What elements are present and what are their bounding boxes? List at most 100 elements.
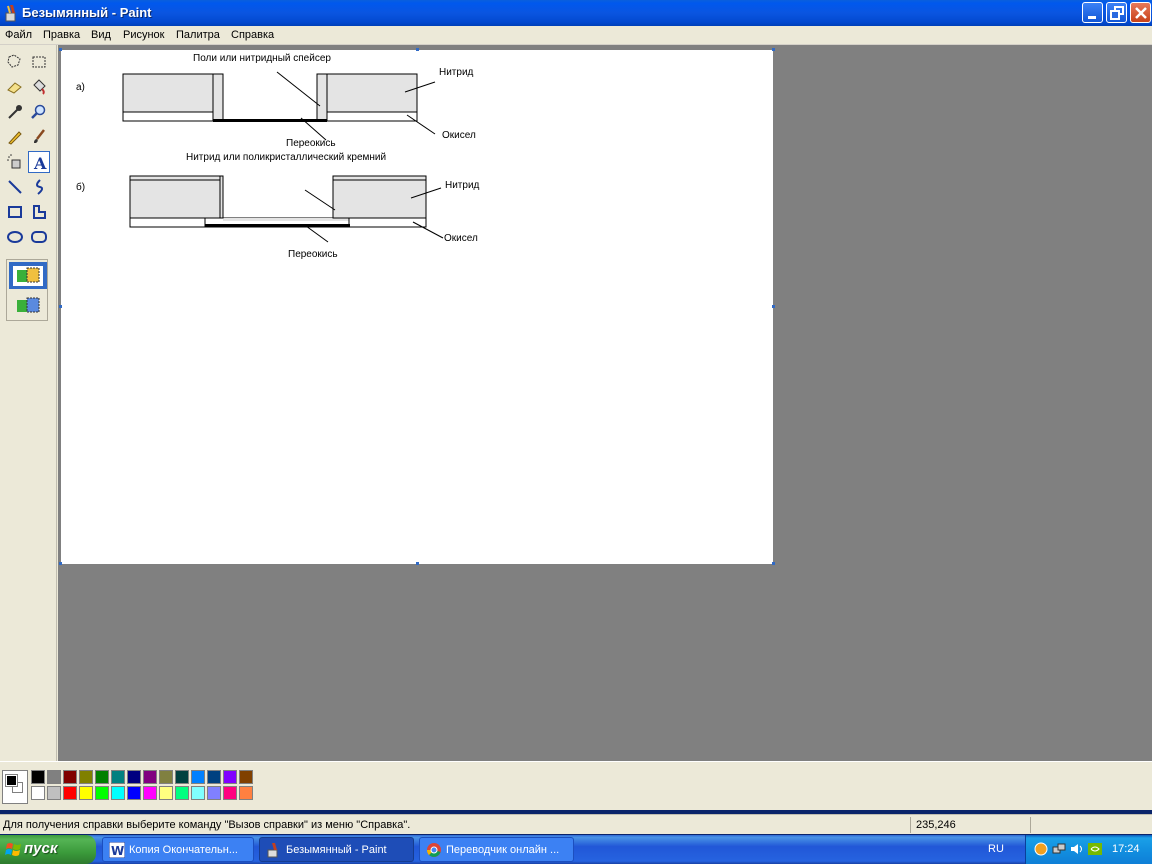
palette-swatch[interactable]: [127, 770, 141, 784]
palette-swatch[interactable]: [47, 770, 61, 784]
menu-file[interactable]: Файл: [5, 29, 32, 41]
airbrush-tool[interactable]: [4, 151, 26, 173]
start-button[interactable]: пуск: [0, 835, 96, 864]
palette-swatch[interactable]: [79, 770, 93, 784]
palette-swatch[interactable]: [31, 786, 45, 800]
palette-swatch[interactable]: [175, 786, 189, 800]
menu-image[interactable]: Рисунок: [123, 29, 165, 41]
nitride-label-a: Нитрид: [439, 67, 474, 78]
rectangle-tool[interactable]: [4, 201, 26, 223]
resize-handle-left: [59, 305, 62, 308]
status-bar: Для получения справки выберите команду "…: [0, 814, 1152, 834]
drawing-canvas[interactable]: а) Поли или нитридный спейсер Нитрид Оки…: [61, 50, 773, 564]
pencil-tool[interactable]: [4, 126, 26, 148]
diagram-drawing: [122, 71, 444, 243]
palette-swatch[interactable]: [111, 770, 125, 784]
svg-text:A: A: [33, 154, 47, 172]
eraser-tool[interactable]: [4, 76, 26, 98]
work-area: A а) Поли или нитридный спейсер Нитрид О…: [0, 45, 1152, 761]
close-button[interactable]: [1130, 2, 1151, 23]
palette-swatch[interactable]: [127, 786, 141, 800]
color-picker-tool[interactable]: [4, 101, 26, 123]
taskbar: пуск W Копия Окончательн... Безымянный -…: [0, 835, 1152, 864]
polygon-tool[interactable]: [28, 201, 50, 223]
task-chrome-translator[interactable]: Переводчик онлайн ...: [419, 837, 574, 862]
palette-swatch[interactable]: [31, 770, 45, 784]
language-indicator[interactable]: RU: [988, 843, 1004, 855]
word-icon: W: [108, 841, 126, 859]
restore-button[interactable]: [1106, 2, 1127, 23]
palette-swatch[interactable]: [143, 786, 157, 800]
resize-handle-top: [416, 48, 419, 51]
windows-logo-icon: [5, 843, 21, 856]
resize-handle-bottom-left: [59, 562, 62, 565]
palette-swatch[interactable]: [79, 786, 93, 800]
spacer-label: Поли или нитридный спейсер: [193, 53, 331, 64]
palette-swatch[interactable]: [191, 770, 205, 784]
brush-tool[interactable]: [28, 126, 50, 148]
palette-swatch[interactable]: [207, 786, 221, 800]
task-label: Безымянный - Paint: [286, 844, 387, 856]
nvidia-icon[interactable]: [1088, 842, 1102, 856]
palette-swatch[interactable]: [63, 786, 77, 800]
magnifier-tool[interactable]: [28, 101, 50, 123]
tray-app-icon[interactable]: [1034, 842, 1048, 856]
status-help-text: Для получения справки выберите команду "…: [3, 819, 411, 831]
palette-swatch[interactable]: [223, 770, 237, 784]
palette-swatch[interactable]: [239, 786, 253, 800]
svg-text:W: W: [111, 844, 124, 858]
palette-swatch[interactable]: [159, 786, 173, 800]
palette-swatch[interactable]: [175, 770, 189, 784]
canvas-area: а) Поли или нитридный спейсер Нитрид Оки…: [58, 45, 1152, 761]
status-divider: [1030, 817, 1031, 833]
transparent-background-option[interactable]: [9, 292, 47, 319]
toolbox: A: [0, 45, 57, 761]
free-select-tool[interactable]: [4, 51, 26, 73]
clock: 17:24: [1112, 843, 1140, 855]
palette-swatch[interactable]: [95, 786, 109, 800]
palette-swatch[interactable]: [47, 786, 61, 800]
menu-palette[interactable]: Палитра: [176, 29, 220, 41]
task-word-document[interactable]: W Копия Окончательн...: [102, 837, 254, 862]
menu-edit[interactable]: Правка: [43, 29, 80, 41]
palette-swatch[interactable]: [239, 770, 253, 784]
menu-bar: Файл Правка Вид Рисунок Палитра Справка: [0, 26, 1152, 45]
minimize-button[interactable]: [1082, 2, 1103, 23]
peroxide-label-a: Переокись: [286, 138, 336, 149]
palette-swatch[interactable]: [191, 786, 205, 800]
resize-handle-bottom-right[interactable]: [772, 562, 775, 565]
curve-tool[interactable]: [28, 176, 50, 198]
palette-swatch[interactable]: [95, 770, 109, 784]
palette-swatch[interactable]: [207, 770, 221, 784]
peroxide-label-b: Переокись: [288, 249, 338, 260]
menu-help[interactable]: Справка: [231, 29, 274, 41]
fill-tool[interactable]: [28, 76, 50, 98]
palette-swatch[interactable]: [223, 786, 237, 800]
paint-app-icon: [4, 4, 20, 22]
text-tool[interactable]: A: [28, 151, 50, 173]
palette-swatch[interactable]: [63, 770, 77, 784]
resize-handle-right[interactable]: [772, 305, 775, 308]
title-bar: Безымянный - Paint: [0, 0, 1152, 26]
task-label: Переводчик онлайн ...: [446, 844, 560, 856]
network-icon[interactable]: [1052, 842, 1066, 856]
task-paint[interactable]: Безымянный - Paint: [259, 837, 414, 862]
resize-handle-bottom[interactable]: [416, 562, 419, 565]
rect-select-tool[interactable]: [28, 51, 50, 73]
palette-swatch[interactable]: [111, 786, 125, 800]
opaque-background-option[interactable]: [9, 262, 47, 289]
rounded-rect-tool[interactable]: [28, 226, 50, 248]
resize-handle-top-left: [59, 48, 62, 51]
menu-view[interactable]: Вид: [91, 29, 111, 41]
volume-icon[interactable]: [1070, 842, 1084, 856]
line-tool[interactable]: [4, 176, 26, 198]
oxide-label-a: Окисел: [442, 130, 476, 141]
palette-swatch[interactable]: [143, 770, 157, 784]
tool-options-panel: [6, 259, 48, 321]
oxide-label-b: Окисел: [444, 233, 478, 244]
label-a: а): [76, 82, 85, 93]
palette-swatch[interactable]: [159, 770, 173, 784]
ellipse-tool[interactable]: [4, 226, 26, 248]
task-label: Копия Окончательн...: [129, 844, 238, 856]
label-b: б): [76, 182, 86, 193]
